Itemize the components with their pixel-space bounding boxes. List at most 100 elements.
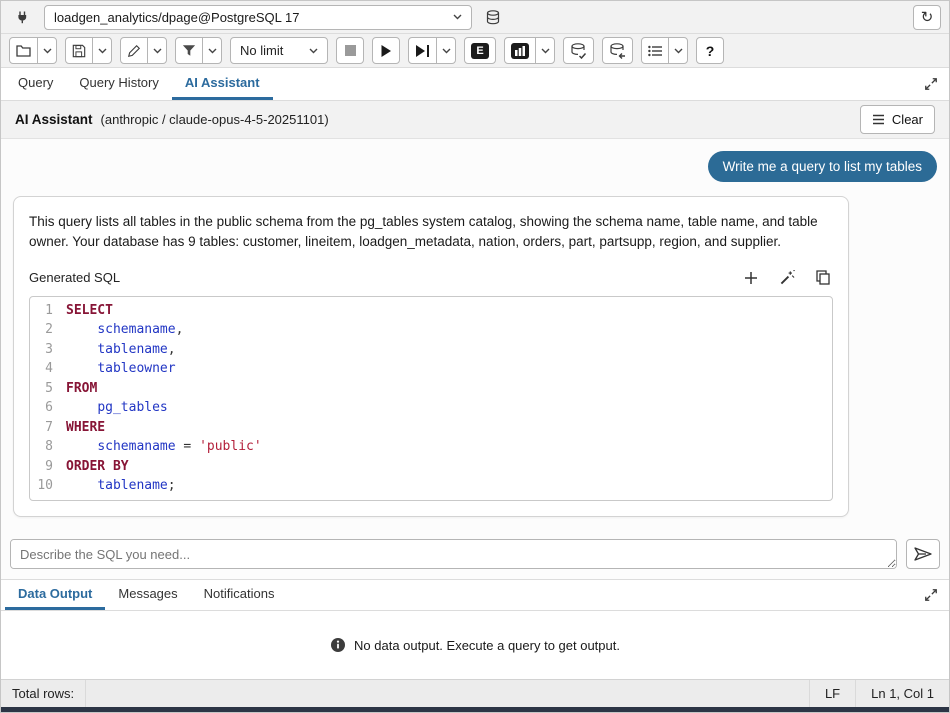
rollback-button[interactable] <box>602 37 633 64</box>
tab-notifications-label: Notifications <box>204 586 275 601</box>
assistant-response-card: This query lists all tables in the publi… <box>13 196 849 517</box>
chat-area: Write me a query to list my tables This … <box>1 139 949 533</box>
expand-panel-button[interactable] <box>917 72 945 97</box>
tab-query-label: Query <box>18 75 53 90</box>
generated-sql-label: Generated SQL <box>29 270 120 285</box>
tab-data-output[interactable]: Data Output <box>5 580 105 610</box>
code-line: 6 pg_tables <box>30 398 832 418</box>
reset-layout-button[interactable]: ↻ <box>913 5 941 30</box>
cancel-query-button[interactable] <box>336 37 364 64</box>
execute-options-menu-button[interactable] <box>436 37 456 64</box>
row-limit-select[interactable]: No limit <box>230 37 328 64</box>
connection-select[interactable]: loadgen_analytics/dpage@PostgreSQL 17 <box>44 5 472 30</box>
status-bar: Total rows: LF Ln 1, Col 1 <box>1 679 949 707</box>
folder-icon <box>16 44 31 57</box>
query-tool-tabbar: Query Query History AI Assistant <box>1 68 949 101</box>
code-line: 1SELECT <box>30 301 832 321</box>
tab-data-output-label: Data Output <box>18 586 92 601</box>
ai-assistant-model: (anthropic / claude-opus-4-5-20251101) <box>101 112 329 127</box>
explain-button[interactable]: E <box>464 37 496 64</box>
output-tabbar: Data Output Messages Notifications <box>1 579 949 611</box>
chevron-down-icon <box>453 14 462 20</box>
new-connection-button[interactable] <box>479 5 507 30</box>
copy-sql-button[interactable] <box>813 268 833 288</box>
help-button[interactable]: ? <box>696 37 724 64</box>
query-tool-window: loadgen_analytics/dpage@PostgreSQL 17 ↻ <box>1 1 949 712</box>
execute-options-button[interactable] <box>408 37 437 64</box>
code-line: 4 tableowner <box>30 359 832 379</box>
pencil-icon <box>127 44 141 58</box>
execute-button[interactable] <box>372 37 400 64</box>
chevron-down-icon <box>674 48 683 54</box>
macro-button[interactable] <box>641 37 669 64</box>
macro-menu-button[interactable] <box>668 37 688 64</box>
filter-menu-button[interactable] <box>202 37 222 64</box>
info-icon <box>330 637 346 653</box>
macro-list-icon <box>648 45 662 57</box>
total-rows-label: Total rows: <box>1 680 86 707</box>
tab-messages-label: Messages <box>118 586 177 601</box>
tab-ai-assistant[interactable]: AI Assistant <box>172 68 273 100</box>
database-icon <box>486 10 500 25</box>
clear-button[interactable]: Clear <box>860 105 935 134</box>
explain-analyze-icon <box>511 43 529 59</box>
rollback-icon <box>609 43 626 59</box>
chevron-down-icon <box>98 48 107 54</box>
clear-button-label: Clear <box>892 112 923 127</box>
chevron-down-icon <box>541 48 550 54</box>
insert-sql-button[interactable] <box>741 268 761 288</box>
generated-sql-code-block: 1SELECT2 schemaname,3 tablename,4 tableo… <box>29 296 833 501</box>
save-button[interactable] <box>65 37 93 64</box>
tab-query[interactable]: Query <box>5 68 66 100</box>
expand-output-panel-button[interactable] <box>917 583 945 608</box>
open-file-menu-button[interactable] <box>37 37 57 64</box>
reset-layout-icon: ↻ <box>921 8 934 26</box>
send-button[interactable] <box>906 539 940 569</box>
open-file-button[interactable] <box>9 37 38 64</box>
row-limit-label: No limit <box>240 43 283 58</box>
edit-menu-button[interactable] <box>147 37 167 64</box>
ai-assistant-title: AI Assistant <box>15 112 93 127</box>
explain-analyze-menu-button[interactable] <box>535 37 555 64</box>
commit-icon <box>570 43 587 59</box>
plug-icon <box>15 9 31 25</box>
expand-icon <box>924 588 938 602</box>
tab-notifications[interactable]: Notifications <box>191 580 288 610</box>
chevron-down-icon <box>153 48 162 54</box>
tab-messages[interactable]: Messages <box>105 580 190 610</box>
commit-button[interactable] <box>563 37 594 64</box>
explain-analyze-button[interactable] <box>504 37 536 64</box>
code-line: 2 schemaname, <box>30 320 832 340</box>
connection-label: loadgen_analytics/dpage@PostgreSQL 17 <box>54 10 299 25</box>
tab-query-history-label: Query History <box>79 75 158 90</box>
play-script-icon <box>415 44 430 58</box>
tab-query-history[interactable]: Query History <box>66 68 171 100</box>
plus-icon <box>744 271 758 285</box>
filter-button[interactable] <box>175 37 203 64</box>
explain-icon: E <box>471 43 489 59</box>
connection-bar: loadgen_analytics/dpage@PostgreSQL 17 ↻ <box>1 1 949 34</box>
play-icon <box>380 44 392 58</box>
chevron-down-icon <box>43 48 52 54</box>
code-line: 8 schemaname = 'public' <box>30 437 832 457</box>
help-icon: ? <box>706 43 715 59</box>
sql-code-lines: 1SELECT2 schemaname,3 tablename,4 tableo… <box>30 301 832 496</box>
apply-sql-button[interactable] <box>777 268 797 288</box>
save-menu-button[interactable] <box>92 37 112 64</box>
code-line: 10 tablename; <box>30 476 832 496</box>
stop-icon <box>345 45 356 56</box>
send-icon <box>914 547 932 561</box>
tab-ai-assistant-label: AI Assistant <box>185 75 260 90</box>
filter-icon <box>182 44 196 57</box>
code-line: 7WHERE <box>30 418 832 438</box>
copy-icon <box>816 270 830 285</box>
window-bottom-edge <box>1 707 949 712</box>
user-message-bubble: Write me a query to list my tables <box>708 151 937 182</box>
code-line: 9ORDER BY <box>30 457 832 477</box>
query-tool-button[interactable] <box>9 5 37 30</box>
chevron-down-icon <box>208 48 217 54</box>
ai-assistant-header: AI Assistant (anthropic / claude-opus-4-… <box>1 101 949 139</box>
prompt-input[interactable] <box>10 539 897 569</box>
edit-button[interactable] <box>120 37 148 64</box>
code-line: 3 tablename, <box>30 340 832 360</box>
